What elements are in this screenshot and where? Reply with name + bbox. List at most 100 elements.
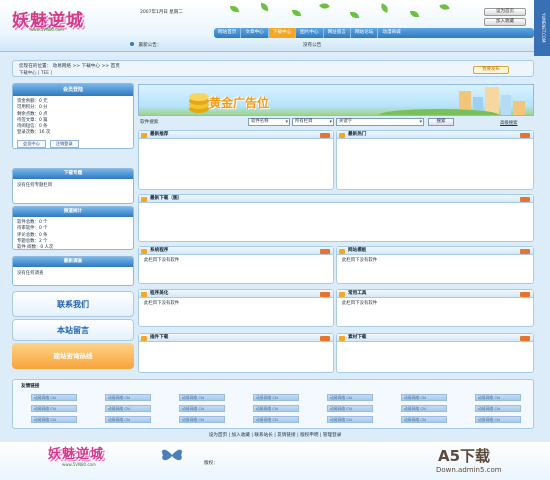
friend-link[interactable]: 动易网络 CN — [327, 394, 373, 401]
left-column: 会员登陆 资金余额：0 元 可用积分：0 分 剩余点数：0 点 待签文章：0 篇… — [12, 83, 134, 373]
friend-link[interactable]: 动易网络 CN — [31, 405, 77, 412]
post-software-button[interactable]: 我要发布 — [473, 66, 509, 74]
folder-icon — [141, 291, 147, 297]
folder-icon — [141, 248, 147, 254]
announcement-icon — [130, 42, 134, 46]
watermark-logo: A5下载 — [438, 447, 491, 465]
nav-guestbook[interactable]: 网址留言 — [324, 28, 351, 38]
special-topics-title: 下载专题 — [13, 169, 133, 179]
friend-link[interactable]: 动易网络 CN — [105, 416, 151, 423]
more-icon[interactable] — [520, 248, 530, 254]
stat-row: 软件 阅数：0 人次 — [17, 245, 54, 251]
more-icon[interactable] — [520, 196, 530, 202]
search-field-select[interactable]: 软件名称 — [248, 118, 290, 126]
panel-plugins: 插件下载 — [138, 333, 334, 373]
friend-link[interactable]: 动易网络 CN — [475, 416, 521, 423]
more-icon[interactable] — [520, 335, 530, 341]
friend-link[interactable]: 动易网络 CN — [327, 405, 373, 412]
nav-shop[interactable]: 动漫商城 — [378, 28, 404, 38]
hotline-banner[interactable]: 建站咨询热线 — [12, 343, 134, 369]
friend-link[interactable]: 动易网络 CN — [179, 394, 225, 401]
more-icon[interactable] — [320, 248, 330, 254]
friend-link[interactable]: 动易网络 CN — [31, 394, 77, 401]
friend-link[interactable]: 动易网络 CN — [475, 405, 521, 412]
member-center-button[interactable]: 会员中心 — [17, 139, 46, 148]
friend-link[interactable]: 动易网络 CN — [105, 405, 151, 412]
date-display: 2007年1月日 星期二 — [140, 10, 183, 15]
more-icon[interactable] — [320, 335, 330, 341]
nav-articles[interactable]: 文章中心 — [241, 28, 269, 38]
contact-us-banner[interactable]: 联系我们 — [12, 291, 134, 317]
friend-link[interactable]: 动易网络 CN — [179, 416, 225, 423]
nav-home[interactable]: 网站首页 — [214, 28, 242, 38]
advanced-search-link[interactable]: 高级搜索 — [500, 120, 518, 126]
friend-link[interactable]: 动易网络 CN — [253, 394, 299, 401]
nav-downloads[interactable]: 下载中心 — [268, 28, 297, 38]
panel-title: 最新热门 — [337, 131, 533, 139]
banner-illustration — [189, 87, 525, 115]
folder-icon — [339, 291, 345, 297]
stat-row: 登录次数：16 次 — [17, 130, 51, 136]
folder-icon — [141, 132, 147, 138]
friend-link[interactable]: 动易网络 CN — [253, 405, 299, 412]
panel-program-beautify: 程序美化 此栏目下没有软件 — [138, 289, 334, 327]
special-topics-empty: 没有任何专题栏目 — [17, 183, 53, 188]
friend-link[interactable]: 动易网络 CN — [475, 394, 521, 401]
contact-us-label: 联系我们 — [57, 300, 89, 309]
friend-link[interactable]: 动易网络 CN — [179, 405, 225, 412]
panel-empty-text: 此栏目下没有软件 — [144, 301, 180, 306]
ad-banner[interactable]: 黄金广告位 — [138, 84, 534, 116]
announcement-bar: 最新公告： 没有公告 — [130, 41, 530, 50]
login-box: 会员登陆 资金余额：0 元 可用积分：0 分 剩余点数：0 点 待签文章：0 篇… — [12, 83, 134, 149]
panel-web-templates: 网站模板 此栏目下没有软件 — [336, 246, 534, 284]
footer-logo-url: www.5VN80.com — [62, 462, 96, 467]
friend-link[interactable]: 动易网络 CN — [401, 416, 447, 423]
banner-text: 黄金广告位 — [209, 96, 270, 110]
more-icon[interactable] — [520, 132, 530, 138]
friend-link[interactable]: 动易网络 CN — [31, 416, 77, 423]
more-icon[interactable] — [520, 291, 530, 297]
copyright-text: 版权： — [204, 461, 218, 466]
friend-link[interactable]: 动易网络 CN — [253, 416, 299, 423]
site-logo-url: www.5VN80.com — [30, 27, 64, 32]
guestbook-banner[interactable]: 本站留言 — [12, 319, 134, 341]
panel-title: 素材下载 — [337, 334, 533, 342]
friend-link[interactable]: 动易网络 CN — [401, 405, 447, 412]
search-button[interactable]: 搜索 — [428, 118, 454, 126]
channel-links[interactable]: 下载中心 | TEE | — [19, 70, 52, 77]
panel-empty-text: 此栏目下没有软件 — [144, 258, 180, 263]
announcement-text[interactable]: 没有公告 — [303, 43, 321, 48]
footer-nav[interactable]: 设为首页 | 加入收藏 | 联系站长 | 友情链接 | 版权申明 | 管理登录 — [130, 432, 420, 440]
panel-empty-text: 此栏目下没有软件 — [342, 258, 378, 263]
hotline-label: 建站咨询热线 — [53, 352, 93, 360]
friend-link[interactable]: 动易网络 CN — [401, 394, 447, 401]
panel-common-tools: 常用工具 此栏目下没有软件 — [336, 289, 534, 327]
folder-icon — [339, 132, 345, 138]
logout-button[interactable]: 注销登录 — [49, 139, 79, 148]
panel-empty-text: 此栏目下没有软件 — [342, 301, 378, 306]
add-favorite-button[interactable]: 加入收藏 — [484, 18, 526, 26]
nav-pictures[interactable]: 图片中心 — [296, 28, 324, 38]
survey-title: 最新调查 — [13, 257, 133, 267]
friend-links-title: 友情链接 — [21, 384, 40, 389]
breadcrumb-path: 您现在的位置： 动易网络 >> 下载中心 >> 首页 — [19, 64, 120, 69]
set-homepage-button[interactable]: 设为首页 — [484, 8, 526, 16]
login-title: 会员登陆 — [13, 84, 133, 96]
footer-logo: 妖魅逆城 — [48, 447, 105, 462]
nav-forum[interactable]: 网站论坛 — [351, 28, 379, 38]
survey-box: 最新调查 没有任何调查 — [12, 256, 134, 286]
search-label: 软件搜索 — [140, 120, 159, 125]
folder-icon — [339, 335, 345, 341]
more-icon[interactable] — [320, 132, 330, 138]
panel-title: 最新下载（图） — [139, 195, 533, 203]
more-icon[interactable] — [320, 291, 330, 297]
friend-link[interactable]: 动易网络 CN — [105, 394, 151, 401]
folder-icon — [141, 196, 147, 202]
butterfly-icon — [162, 449, 182, 461]
panel-latest-pic: 最新下载（图） — [138, 194, 534, 242]
special-topics-box: 下载专题 没有任何专题栏目 — [12, 168, 134, 204]
search-keyword-input[interactable]: 关键字 — [336, 118, 424, 126]
search-category-select[interactable]: 所有栏目 — [292, 118, 334, 126]
friend-link[interactable]: 动易网络 CN — [327, 416, 373, 423]
panel-title: 最新推荐 — [139, 131, 333, 139]
